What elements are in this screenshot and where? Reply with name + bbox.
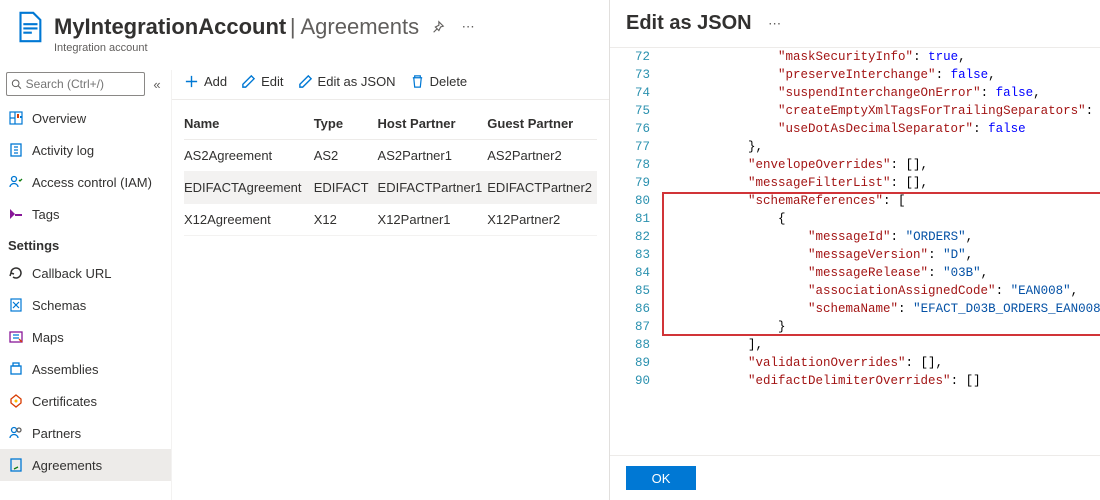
- sidebar: « Overview Activity log Access control (IA…: [0, 70, 172, 500]
- sidebar-item-partners[interactable]: Partners: [0, 417, 171, 449]
- nav-icon: [8, 265, 24, 281]
- code-line: 75 "createEmptyXmlTagsForTrailingSeparat…: [610, 102, 1100, 120]
- nav-icon: [8, 142, 24, 158]
- sidebar-item-maps[interactable]: Maps: [0, 321, 171, 353]
- page-section: Agreements: [300, 14, 419, 39]
- nav-icon: [8, 110, 24, 126]
- code-line: 85 "associationAssignedCode": "EAN008",: [610, 282, 1100, 300]
- pin-icon[interactable]: [427, 16, 449, 38]
- agreements-grid: Name Type Host Partner Guest Partner AS2…: [172, 100, 609, 244]
- nav-icon: [8, 297, 24, 313]
- collapse-sidebar-button[interactable]: «: [149, 72, 165, 96]
- sidebar-item-certificates[interactable]: Certificates: [0, 385, 171, 417]
- trash-icon: [410, 74, 425, 89]
- code-line: 89 "validationOverrides": [],: [610, 354, 1100, 372]
- sidebar-item-label: Maps: [32, 330, 64, 345]
- nav-icon: [8, 425, 24, 441]
- nav-icon: [8, 206, 24, 222]
- sidebar-item-assemblies[interactable]: Assemblies: [0, 353, 171, 385]
- sidebar-item-label: Tags: [32, 207, 59, 222]
- delete-button[interactable]: Delete: [410, 74, 468, 89]
- sidebar-item-schemas[interactable]: Schemas: [0, 289, 171, 321]
- edit-button[interactable]: Edit: [241, 74, 283, 89]
- code-line: 77 },: [610, 138, 1100, 156]
- sidebar-item-access-control-iam-[interactable]: Access control (IAM): [0, 166, 171, 198]
- code-line: 74 "suspendInterchangeOnError": false,: [610, 84, 1100, 102]
- ok-button[interactable]: OK: [626, 466, 696, 490]
- document-icon: [12, 10, 46, 44]
- sidebar-item-label: Activity log: [32, 143, 94, 158]
- code-line: 90 "edifactDelimiterOverrides": []: [610, 372, 1100, 390]
- code-line: 73 "preserveInterchange": false,: [610, 66, 1100, 84]
- sidebar-item-label: Callback URL: [32, 266, 111, 281]
- code-line: 79 "messageFilterList": [],: [610, 174, 1100, 192]
- search-icon: [11, 78, 22, 90]
- pencil-icon: [298, 74, 313, 89]
- code-line: 86 "schemaName": "EFACT_D03B_ORDERS_EAN0…: [610, 300, 1100, 318]
- sidebar-item-activity-log[interactable]: Activity log: [0, 134, 171, 166]
- code-line: 83 "messageVersion": "D",: [610, 246, 1100, 264]
- json-editor[interactable]: 72 "maskSecurityInfo": true,73 "preserve…: [610, 47, 1100, 455]
- nav-icon: [8, 393, 24, 409]
- nav-icon: [8, 174, 24, 190]
- search-box[interactable]: [6, 72, 145, 96]
- sidebar-item-overview[interactable]: Overview: [0, 102, 171, 134]
- table-row[interactable]: EDIFACTAgreementEDIFACTEDIFACTPartner1ED…: [184, 172, 597, 204]
- sidebar-item-tags[interactable]: Tags: [0, 198, 171, 230]
- code-line: 82 "messageId": "ORDERS",: [610, 228, 1100, 246]
- grid-header: Name Type Host Partner Guest Partner: [184, 108, 597, 140]
- page-subtitle: Integration account: [54, 42, 597, 54]
- table-row[interactable]: AS2AgreementAS2AS2Partner1AS2Partner2: [184, 140, 597, 172]
- code-line: 78 "envelopeOverrides": [],: [610, 156, 1100, 174]
- json-editor-title: Edit as JSON: [626, 12, 752, 35]
- nav-icon: [8, 361, 24, 377]
- sidebar-item-label: Overview: [32, 111, 86, 126]
- code-line: 87 }: [610, 318, 1100, 336]
- code-line: 72 "maskSecurityInfo": true,: [610, 48, 1100, 66]
- sidebar-item-label: Access control (IAM): [32, 175, 152, 190]
- edit-json-button[interactable]: Edit as JSON: [298, 74, 396, 89]
- add-button[interactable]: Add: [184, 74, 227, 89]
- pencil-icon: [241, 74, 256, 89]
- sidebar-item-callback-url[interactable]: Callback URL: [0, 257, 171, 289]
- sidebar-item-agreements[interactable]: Agreements: [0, 449, 171, 481]
- table-row[interactable]: X12AgreementX12X12Partner1X12Partner2: [184, 204, 597, 236]
- page-title: MyIntegrationAccount: [54, 14, 286, 39]
- sidebar-item-label: Assemblies: [32, 362, 98, 377]
- nav-section-settings: Settings: [0, 230, 171, 257]
- code-line: 76 "useDotAsDecimalSeparator": false: [610, 120, 1100, 138]
- sidebar-item-label: Certificates: [32, 394, 97, 409]
- nav-icon: [8, 329, 24, 345]
- more-icon[interactable]: ⋯: [457, 16, 479, 38]
- nav-icon: [8, 457, 24, 473]
- plus-icon: [184, 74, 199, 89]
- code-line: 80 "schemaReferences": [: [610, 192, 1100, 210]
- search-input[interactable]: [26, 77, 140, 91]
- sidebar-item-label: Agreements: [32, 458, 102, 473]
- code-line: 81 {: [610, 210, 1100, 228]
- sidebar-item-label: Schemas: [32, 298, 86, 313]
- code-line: 88 ],: [610, 336, 1100, 354]
- sidebar-item-label: Partners: [32, 426, 81, 441]
- more-icon[interactable]: ⋯: [764, 13, 786, 35]
- code-line: 84 "messageRelease": "03B",: [610, 264, 1100, 282]
